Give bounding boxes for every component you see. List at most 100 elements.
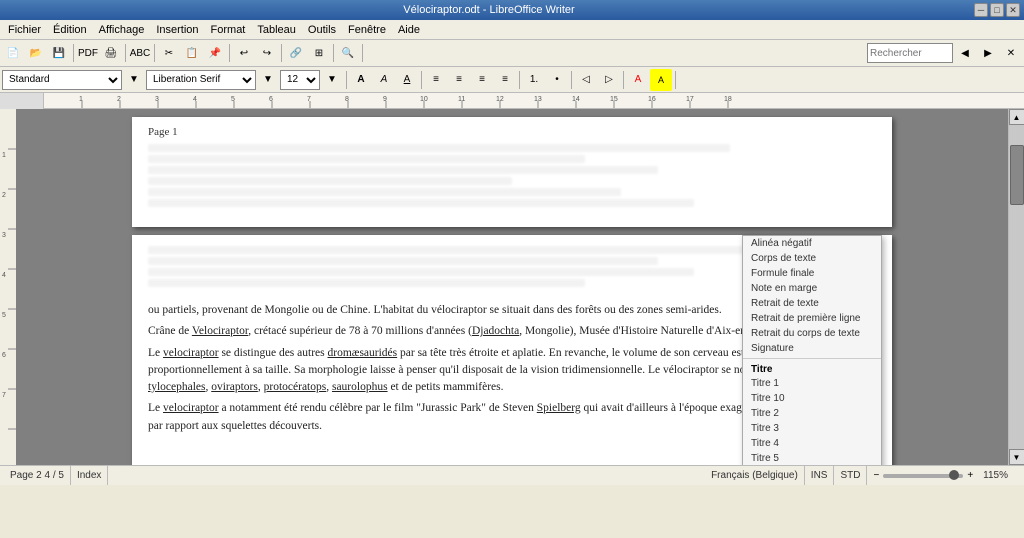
close-button[interactable]: ✕ [1006, 3, 1020, 17]
main-toolbar: 📄 📂 💾 PDF 🖨 ABC ✂ 📋 📌 ↩ ↪ 🔗 ⊞ 🔍 ◀ ▶ ✕ [0, 40, 1024, 67]
vertical-scrollbar[interactable]: ▲ ▼ [1008, 109, 1024, 465]
align-center-button[interactable]: ≡ [448, 69, 470, 91]
bullets-button[interactable]: • [546, 69, 568, 91]
font-selector[interactable]: Liberation Serif [146, 70, 256, 90]
maximize-button[interactable]: □ [990, 3, 1004, 17]
scrollbar-thumb[interactable] [1010, 145, 1024, 205]
dropdown-item-retrait-texte[interactable]: Retrait de texte [743, 296, 881, 311]
menu-affichage[interactable]: Affichage [93, 22, 151, 38]
print-button[interactable]: 🖨 [100, 42, 122, 64]
undo-button[interactable]: ↩ [233, 42, 255, 64]
document-area: Page 1 [16, 109, 1008, 465]
new-button[interactable]: 📄 [2, 42, 24, 64]
find-button[interactable]: 🔍 [337, 42, 359, 64]
menu-aide[interactable]: Aide [392, 22, 426, 38]
svg-text:3: 3 [155, 96, 159, 103]
svg-text:5: 5 [2, 312, 6, 319]
align-justify-button[interactable]: ≡ [494, 69, 516, 91]
svg-text:9: 9 [383, 96, 387, 103]
vertical-ruler: 1 2 3 4 5 6 7 [0, 109, 16, 465]
underline-button[interactable]: A [396, 69, 418, 91]
save-button[interactable]: 💾 [48, 42, 70, 64]
highlight-button[interactable]: A [650, 69, 672, 91]
hyperlink-button[interactable]: 🔗 [285, 42, 307, 64]
dropdown-item-alinea[interactable]: Alinéa négatif [743, 236, 881, 251]
zoom-slider[interactable] [883, 474, 963, 478]
dropdown-item-titre1[interactable]: Titre 1 [743, 376, 881, 391]
font-dropdown-btn[interactable]: ▼ [257, 69, 279, 91]
numbering-button[interactable]: 1. [523, 69, 545, 91]
menu-fenetre[interactable]: Fenêtre [342, 22, 392, 38]
table-button[interactable]: ⊞ [308, 42, 330, 64]
dropdown-separator-1 [743, 358, 881, 359]
zoom-out-icon[interactable]: − [873, 470, 879, 481]
menu-edition[interactable]: Édition [47, 22, 93, 38]
dropdown-item-titre5[interactable]: Titre 5 [743, 451, 881, 465]
svg-text:6: 6 [269, 96, 273, 103]
menu-fichier[interactable]: Fichier [2, 22, 47, 38]
dropdown-item-signature[interactable]: Signature [743, 341, 881, 356]
size-dropdown-btn[interactable]: ▼ [321, 69, 343, 91]
dropdown-item-retrait-premiere[interactable]: Retrait de première ligne [743, 311, 881, 326]
dropdown-item-formule[interactable]: Formule finale [743, 266, 881, 281]
dropdown-item-titre3[interactable]: Titre 3 [743, 421, 881, 436]
scrollbar-track[interactable] [1009, 125, 1024, 449]
style-dropdown-btn[interactable]: ▼ [123, 69, 145, 91]
font-color-button[interactable]: A [627, 69, 649, 91]
spell-button[interactable]: ABC [129, 42, 151, 64]
italic-button[interactable]: A [373, 69, 395, 91]
open-button[interactable]: 📂 [25, 42, 47, 64]
cut-button[interactable]: ✂ [158, 42, 180, 64]
copy-button[interactable]: 📋 [181, 42, 203, 64]
index-status: Index [71, 466, 108, 485]
svg-text:10: 10 [420, 96, 428, 103]
svg-text:4: 4 [193, 96, 197, 103]
style-dropdown-menu[interactable]: Alinéa négatif Corps de texte Formule fi… [742, 235, 882, 465]
std-status: STD [834, 466, 867, 485]
search-close-button[interactable]: ✕ [1000, 42, 1022, 64]
dropdown-item-titre4[interactable]: Titre 4 [743, 436, 881, 451]
dropdown-item-titre10[interactable]: Titre 10 [743, 391, 881, 406]
scroll-up-button[interactable]: ▲ [1009, 109, 1024, 125]
zoom-thumb[interactable] [949, 470, 959, 480]
redo-button[interactable]: ↪ [256, 42, 278, 64]
formatting-toolbar: Standard ▼ Liberation Serif ▼ 12 ▼ A A A… [0, 67, 1024, 93]
size-selector[interactable]: 12 [280, 70, 320, 90]
svg-text:15: 15 [610, 96, 618, 103]
page-2: ou partiels, provenant de Mongolie ou de… [132, 235, 892, 465]
search-next-button[interactable]: ▶ [977, 42, 999, 64]
horizontal-ruler: 1 2 3 4 5 6 7 8 9 10 11 12 13 1 [44, 93, 1024, 108]
dropdown-item-retrait-corps[interactable]: Retrait du corps de texte [743, 326, 881, 341]
indent-more-button[interactable]: ▷ [598, 69, 620, 91]
dropdown-item-note[interactable]: Note en marge [743, 281, 881, 296]
svg-text:1: 1 [79, 96, 83, 103]
menu-tableau[interactable]: Tableau [251, 22, 302, 38]
dropdown-item-corps[interactable]: Corps de texte [743, 251, 881, 266]
indent-less-button[interactable]: ◁ [575, 69, 597, 91]
paste-button[interactable]: 📌 [204, 42, 226, 64]
fmt-sep-6 [675, 71, 676, 89]
align-right-button[interactable]: ≡ [471, 69, 493, 91]
search-prev-button[interactable]: ◀ [954, 42, 976, 64]
svg-text:7: 7 [307, 96, 311, 103]
menu-format[interactable]: Format [205, 22, 252, 38]
document-workspace: 1 2 3 4 5 6 7 Page 1 [0, 109, 1024, 465]
svg-text:11: 11 [458, 96, 465, 103]
minimize-button[interactable]: ─ [974, 3, 988, 17]
style-selector[interactable]: Standard [2, 70, 122, 90]
scroll-down-button[interactable]: ▼ [1009, 449, 1024, 465]
search-box[interactable] [867, 43, 953, 63]
ins-status: INS [805, 466, 835, 485]
align-left-button[interactable]: ≡ [425, 69, 447, 91]
search-input[interactable] [870, 48, 950, 59]
menu-outils[interactable]: Outils [302, 22, 342, 38]
svg-text:2: 2 [2, 192, 6, 199]
menu-insertion[interactable]: Insertion [150, 22, 204, 38]
svg-text:16: 16 [648, 96, 656, 103]
pdf-button[interactable]: PDF [77, 42, 99, 64]
zoom-in-icon[interactable]: + [967, 470, 973, 481]
dropdown-item-titre2[interactable]: Titre 2 [743, 406, 881, 421]
fmt-sep-1 [346, 71, 347, 89]
bold-button[interactable]: A [350, 69, 372, 91]
svg-text:12: 12 [496, 96, 504, 103]
